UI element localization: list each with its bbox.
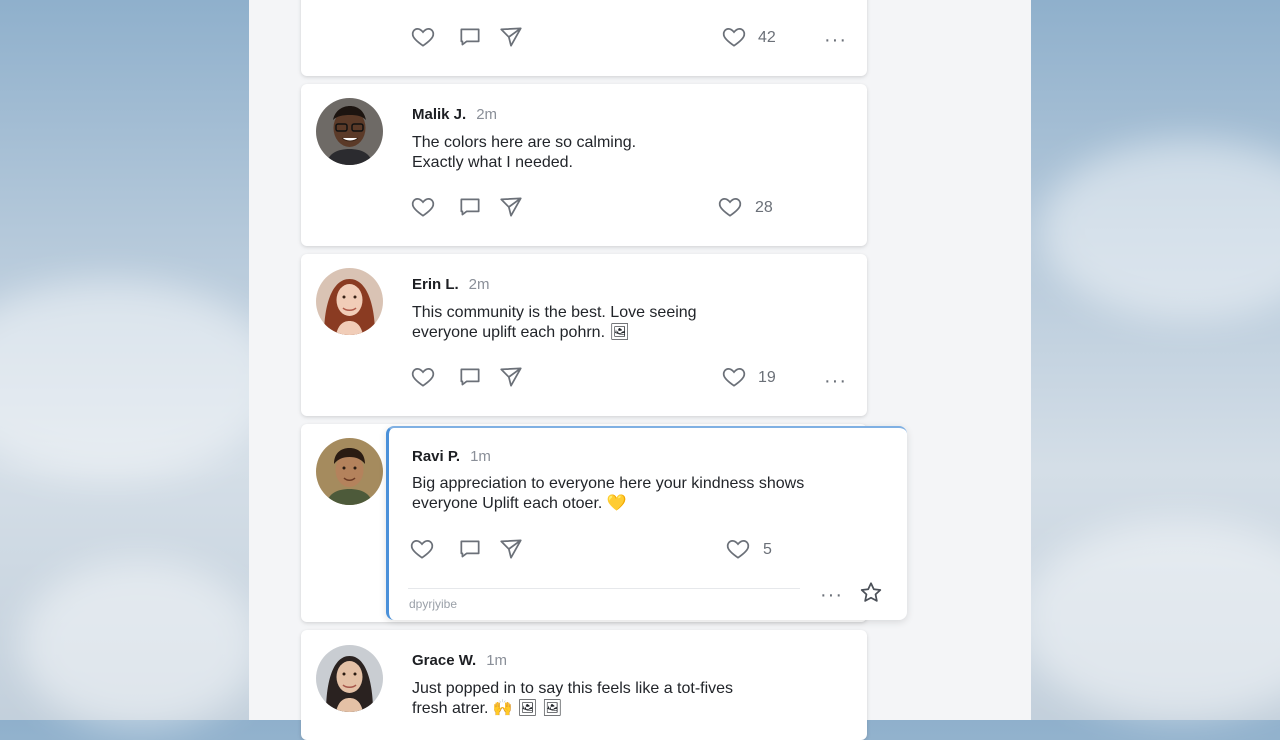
post-author[interactable]: Ravi P. 1m	[412, 448, 491, 465]
like-count-heart-icon[interactable]	[725, 536, 751, 562]
like-count: 5	[763, 541, 772, 558]
author-name[interactable]: Ravi P.	[412, 448, 460, 465]
avatar[interactable]	[316, 98, 383, 165]
post-author[interactable]: Erin L. 2m	[412, 276, 490, 293]
post-text: Just popped in to say this feels like a …	[412, 679, 862, 719]
post-author[interactable]: Grace W. 1m	[412, 652, 507, 669]
post-text-line: Exactly what I needed.	[412, 154, 573, 171]
like-count: 42	[758, 29, 776, 46]
post-footer-caption: dpyrjyibe	[409, 597, 458, 611]
heart-icon[interactable]	[409, 536, 435, 562]
more-icon[interactable]: ···	[824, 371, 847, 391]
comment-icon[interactable]	[457, 194, 483, 220]
post-time: 2m	[468, 276, 490, 293]
post-time: 1m	[486, 652, 508, 669]
like-count: 28	[755, 199, 773, 216]
post-text-line: Just popped in to say this feels like a …	[412, 680, 734, 697]
like-count: 19	[758, 369, 776, 386]
like-count-heart-icon[interactable]	[721, 24, 747, 50]
post-text-line: The colors here are so calming.	[412, 134, 637, 151]
post-text-line: everyone Uplift each otoer. 💛	[412, 495, 627, 512]
comment-icon[interactable]	[457, 24, 483, 50]
avatar[interactable]	[316, 438, 383, 505]
post-text-line: Big appreciation to everyone here your k…	[412, 475, 805, 492]
share-icon[interactable]	[498, 194, 524, 220]
author-name[interactable]: Malik J.	[412, 106, 466, 123]
post-time: 2m	[476, 106, 498, 123]
post-time: 1m	[470, 448, 491, 465]
background-cloud	[20, 560, 260, 730]
post-text-line: everyone uplift each pohrn. 🖼	[412, 324, 630, 341]
post-text-line: This community is the best. Love seeing	[412, 304, 697, 321]
avatar[interactable]	[316, 268, 383, 335]
share-icon[interactable]	[498, 364, 524, 390]
more-icon[interactable]: ···	[820, 585, 843, 605]
background-cloud	[0, 280, 280, 480]
background-cloud	[1020, 520, 1280, 720]
background-cloud	[1040, 140, 1280, 320]
avatar[interactable]	[316, 645, 383, 712]
post-text: The colors here are so calming. Exactly …	[412, 133, 862, 173]
post-text-line: fresh atrer. 🙌 🖼 🖼	[412, 700, 563, 717]
like-count-heart-icon[interactable]	[721, 364, 747, 390]
heart-icon[interactable]	[410, 364, 436, 390]
heart-icon[interactable]	[410, 24, 436, 50]
post-text: This community is the best. Love seeing …	[412, 303, 862, 343]
author-name[interactable]: Grace W.	[412, 652, 476, 669]
more-icon[interactable]: ···	[824, 30, 847, 50]
bookmark-star-icon[interactable]	[858, 580, 884, 606]
divider	[408, 588, 800, 589]
share-icon[interactable]	[498, 24, 524, 50]
post-card	[301, 0, 867, 76]
share-icon[interactable]	[498, 536, 524, 562]
heart-icon[interactable]	[410, 194, 436, 220]
post-author[interactable]: Malik J. 2m	[412, 106, 497, 123]
post-text: Big appreciation to everyone here your k…	[412, 474, 882, 514]
like-count-heart-icon[interactable]	[717, 194, 743, 220]
comment-icon[interactable]	[457, 364, 483, 390]
comment-icon[interactable]	[457, 536, 483, 562]
author-name[interactable]: Erin L.	[412, 276, 459, 293]
